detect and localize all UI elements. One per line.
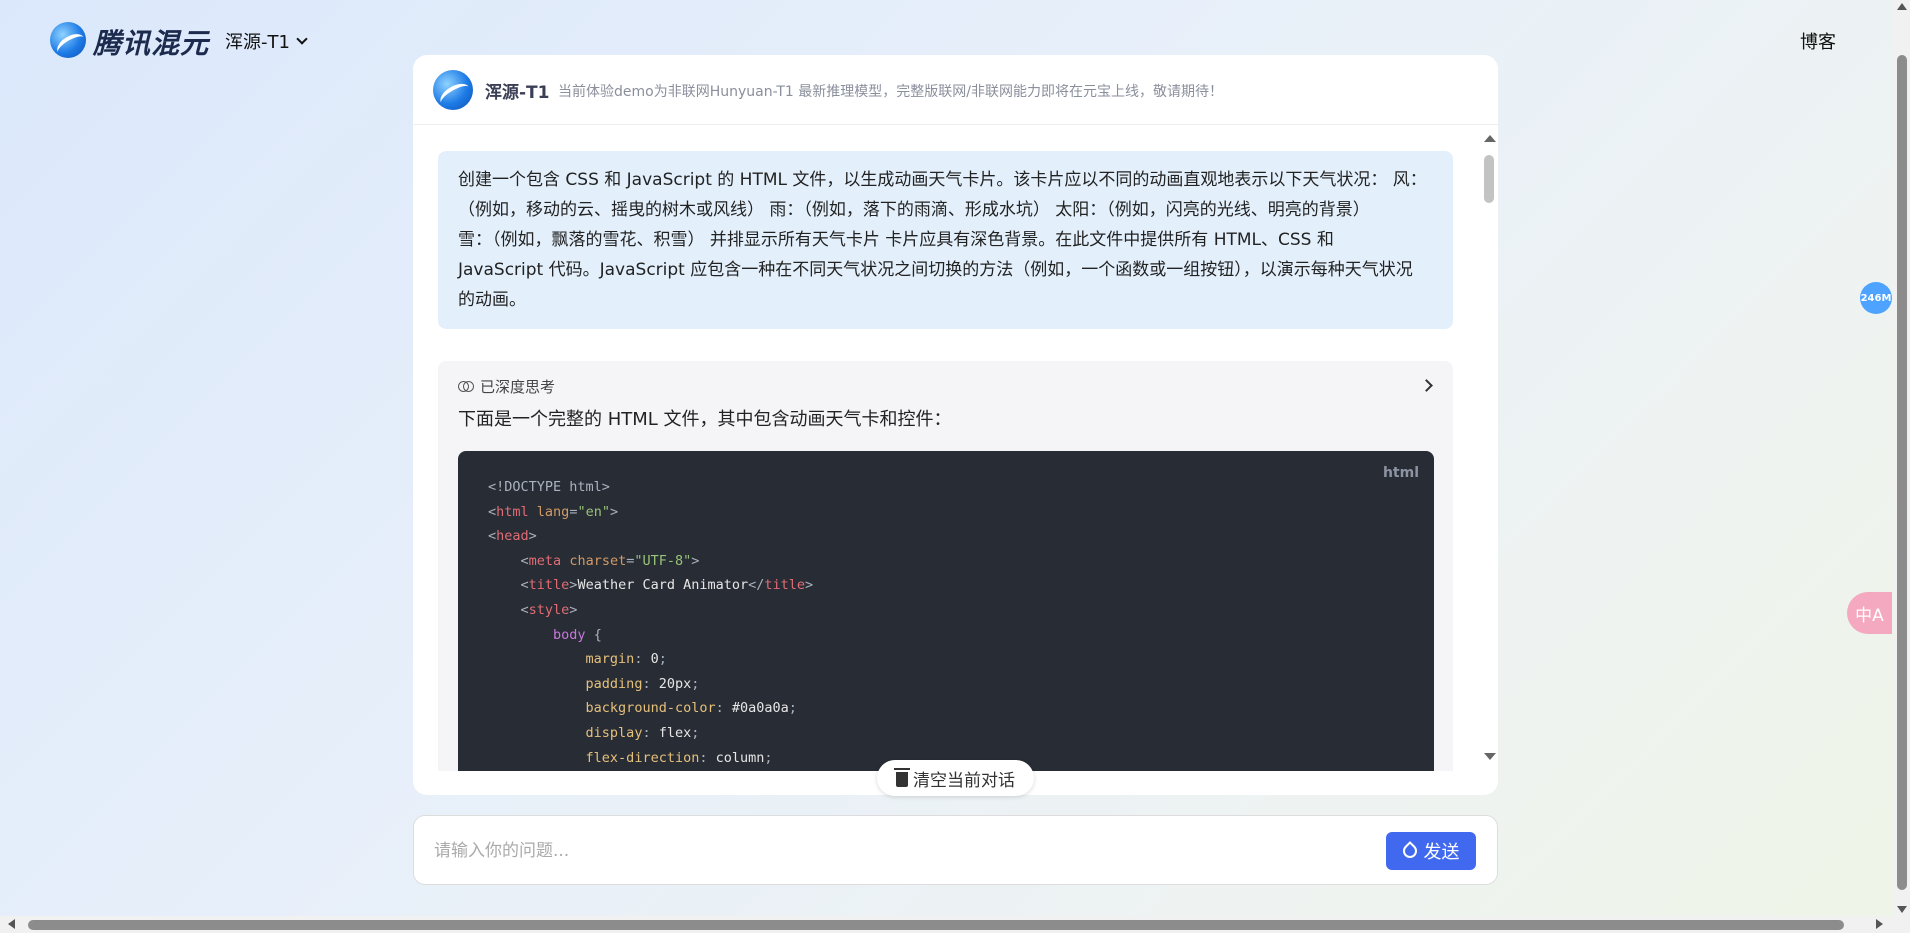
code-prop: margin — [585, 651, 635, 668]
page-vertical-scrollbar[interactable] — [1893, 0, 1910, 933]
deep-thinking-toggle[interactable]: 已深度思考 — [458, 375, 1433, 397]
code-tag: meta — [528, 552, 562, 569]
code-value: #0a0a0a — [731, 700, 789, 717]
message-list[interactable]: 创建一个包含 CSS 和 JavaScript 的 HTML 文件，以生成动画天… — [438, 151, 1458, 771]
user-message-line: 创建一个包含 CSS 和 JavaScript 的 HTML 文件，以生成动画天… — [458, 170, 1427, 190]
chat-scrollbar-thumb[interactable] — [1484, 155, 1494, 203]
user-message: 创建一个包含 CSS 和 JavaScript 的 HTML 文件，以生成动画天… — [438, 151, 1453, 329]
chat-scrollbar[interactable] — [1482, 135, 1496, 760]
code-prop: padding — [585, 675, 643, 692]
scroll-down-arrow-icon[interactable] — [1897, 906, 1907, 913]
panel-header: 浑源-T1 当前体验demo为非联网Hunyuan-T1 最新推理模型，完整版联… — [413, 55, 1498, 125]
code-doctype: <!DOCTYPE html> — [488, 479, 610, 495]
thinking-label: 已深度思考 — [480, 377, 556, 396]
code-attr: lang — [536, 503, 570, 520]
clear-conversation-button[interactable]: 清空当前对话 — [877, 760, 1034, 796]
panel-note: 当前体验demo为非联网Hunyuan-T1 最新推理模型，完整版联网/非联网能… — [558, 84, 1223, 100]
user-message-line: 的动画。 — [458, 290, 526, 310]
code-language-label: html — [1382, 465, 1419, 481]
rocket-icon — [1399, 841, 1420, 861]
code-tag: head — [496, 528, 529, 545]
model-selector-label: 浑源-T1 — [225, 32, 290, 53]
model-selector[interactable]: 浑源-T1 — [225, 28, 308, 54]
code-block[interactable]: html <!DOCTYPE html> <html lang="en"> <h… — [458, 451, 1434, 771]
code-content: <!DOCTYPE html> <html lang="en"> <head> … — [488, 479, 814, 766]
trash-icon — [894, 767, 910, 787]
code-value: column — [715, 749, 765, 766]
code-text: Weather Card Animator — [577, 577, 749, 594]
chat-panel: 浑源-T1 当前体验demo为非联网Hunyuan-T1 最新推理模型，完整版联… — [413, 55, 1498, 795]
memory-badge[interactable]: 246M — [1860, 282, 1892, 314]
code-string: "en" — [577, 503, 610, 520]
scroll-right-arrow-icon[interactable] — [1876, 919, 1883, 929]
send-button[interactable]: 发送 — [1386, 832, 1476, 870]
scroll-up-arrow-icon[interactable] — [1897, 3, 1907, 10]
blog-link[interactable]: 博客 — [1800, 28, 1836, 54]
scroll-down-arrow-icon[interactable] — [1484, 753, 1496, 760]
code-prop: display — [585, 724, 643, 741]
thinking-icon — [458, 379, 474, 393]
code-string: "UTF-8" — [634, 552, 692, 569]
code-selector: body — [553, 626, 586, 643]
input-area: 发送 — [413, 815, 1498, 885]
user-message-line: JavaScript 代码。JavaScript 应包含一种在不同天气状况之间切… — [458, 260, 1413, 280]
code-prop: background-color — [585, 700, 716, 717]
user-message-line: 雪：（例如，飘落的雪花、积雪） 并排显示所有天气卡片 卡片应具有深色背景。在此文… — [458, 230, 1334, 250]
code-value: 0 — [650, 651, 659, 668]
brand-name[interactable]: 腾讯混元 — [93, 22, 209, 62]
code-attr: charset — [569, 552, 627, 569]
assistant-message: 已深度思考 下面是一个完整的 HTML 文件，其中包含动画天气卡和控件： htm… — [438, 361, 1453, 771]
page-horizontal-scrollbar[interactable] — [0, 916, 1893, 933]
hunyuan-logo-icon[interactable] — [50, 22, 86, 58]
translate-icon[interactable]: 中A — [1847, 592, 1892, 634]
code-prop: flex-direction — [585, 749, 700, 766]
code-tag: html — [496, 503, 529, 520]
code-value: flex — [658, 724, 692, 741]
clear-conversation-label: 清空当前对话 — [913, 770, 1015, 791]
code-tag: title — [764, 577, 806, 594]
scroll-up-arrow-icon[interactable] — [1484, 135, 1496, 142]
send-label: 发送 — [1423, 842, 1460, 863]
code-tag: style — [528, 601, 570, 618]
question-input[interactable] — [434, 836, 1334, 866]
page-horizontal-scrollbar-thumb[interactable] — [28, 920, 1844, 930]
scroll-left-arrow-icon[interactable] — [8, 919, 15, 929]
panel-title: 浑源-T1 — [485, 83, 550, 103]
assistant-text: 下面是一个完整的 HTML 文件，其中包含动画天气卡和控件： — [458, 409, 952, 430]
page-vertical-scrollbar-thumb[interactable] — [1897, 55, 1907, 890]
user-message-line: （例如，移动的云、摇曳的树木或风线） 雨：（例如，落下的雨滴、形成水坑） 太阳：… — [458, 200, 1370, 220]
chevron-down-icon — [296, 33, 308, 45]
code-value: 20px — [658, 675, 692, 692]
code-tag: title — [528, 577, 570, 594]
model-avatar-icon — [433, 70, 473, 110]
